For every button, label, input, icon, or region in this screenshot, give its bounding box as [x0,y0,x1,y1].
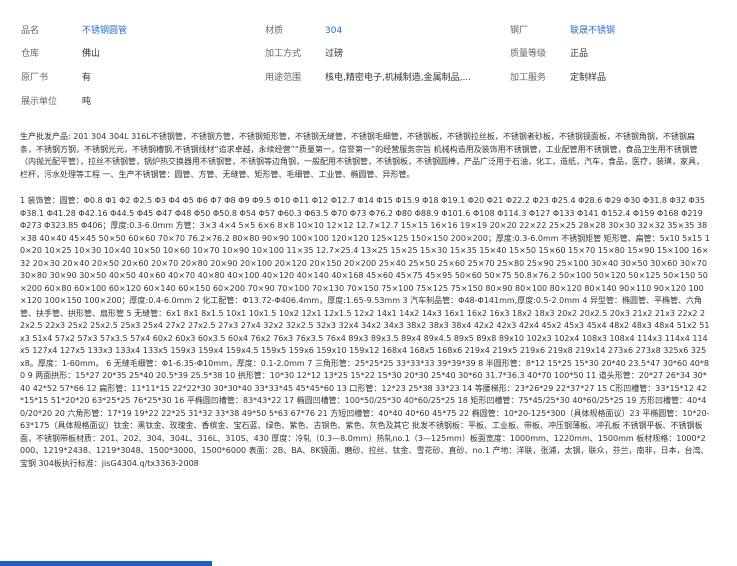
attr-label-mill: 钢厂 [510,26,529,36]
selection-accent-bar [0,561,212,566]
attribute-table: 品名 不锈钢圆管 材质 304 钢厂 联晟不锈钢 仓库 佛山 加工方式 过磅 质… [0,0,737,116]
attr-label-grade: 质量等级 [510,49,547,59]
attr-label-unit: 展示单位 [21,97,58,107]
attr-value-material[interactable]: 304 [325,25,342,37]
description-specs: 1 装饰管：圆管：Φ0.8 Φ1 Φ2 Φ2.5 Φ3 Φ4 Φ5 Φ6 Φ7 … [20,196,710,468]
attr-value-usage: 核电,精密电子,机械制造,金属制品,... [325,73,472,83]
product-description: 生产批发产品: 201 304 304L 316L不锈钢管，不锈钢方管，不锈钢矩… [20,131,710,470]
attr-value-certificate: 有 [82,73,92,83]
attr-value-unit: 吨 [82,97,92,107]
attr-value-service: 定制样品 [570,73,607,83]
attr-value-process: 过磅 [325,49,344,59]
attr-value-grade: 正品 [570,49,589,59]
attr-label-process: 加工方式 [265,49,302,59]
attr-label-warehouse: 仓库 [21,49,40,59]
attr-label-material: 材质 [265,26,284,36]
attr-value-warehouse: 佛山 [82,49,101,59]
attr-value-mill[interactable]: 联晟不锈钢 [570,25,615,37]
attr-label-name: 品名 [21,26,40,36]
attr-label-usage: 用途范围 [265,73,302,83]
attr-label-service: 加工服务 [510,73,547,83]
attr-label-certificate: 原厂书 [21,73,49,83]
attr-value-name[interactable]: 不锈钢圆管 [82,25,127,37]
description-intro: 生产批发产品: 201 304 304L 316L不锈钢管，不锈钢方管，不锈钢矩… [20,132,704,179]
